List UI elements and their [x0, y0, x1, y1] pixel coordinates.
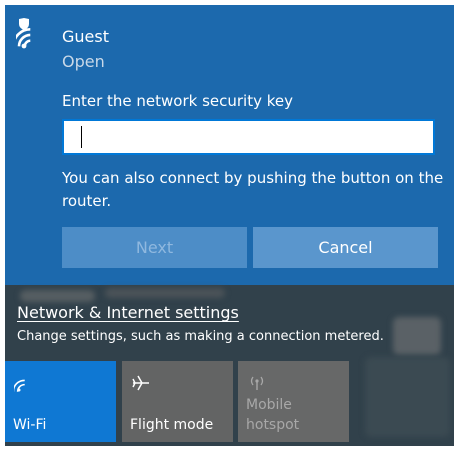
wps-hint-text: You can also connect by pushing the butt… — [62, 169, 444, 210]
mobile-hotspot-tile[interactable]: Mobile hotspot — [238, 361, 349, 442]
network-status: Open — [62, 52, 105, 71]
flight-mode-tile-label: Flight mode — [130, 417, 214, 433]
next-button[interactable]: Next — [62, 227, 247, 268]
cancel-button[interactable]: Cancel — [253, 227, 438, 268]
airplane-icon — [132, 375, 149, 391]
network-name: Guest — [62, 27, 109, 46]
network-connect-panel: Guest Open Enter the network security ke… — [5, 5, 454, 285]
network-settings-description: Change settings, such as making a connec… — [17, 329, 384, 344]
flight-mode-tile[interactable]: Flight mode — [122, 361, 233, 442]
network-settings-link[interactable]: Network & Internet settings — [17, 303, 239, 322]
wifi-icon — [14, 379, 25, 392]
wifi-toggle-tile[interactable]: Wi-Fi — [5, 361, 116, 442]
network-flyout: Guest Open Enter the network security ke… — [5, 5, 454, 446]
hotspot-icon — [250, 376, 264, 390]
security-key-input[interactable] — [62, 119, 435, 155]
text-caret — [81, 126, 82, 148]
mobile-hotspot-tile-label: Mobile hotspot — [246, 397, 300, 433]
security-key-label: Enter the network security key — [62, 92, 294, 110]
wifi-secured-icon — [16, 18, 31, 49]
wifi-tile-label: Wi-Fi — [13, 417, 47, 433]
